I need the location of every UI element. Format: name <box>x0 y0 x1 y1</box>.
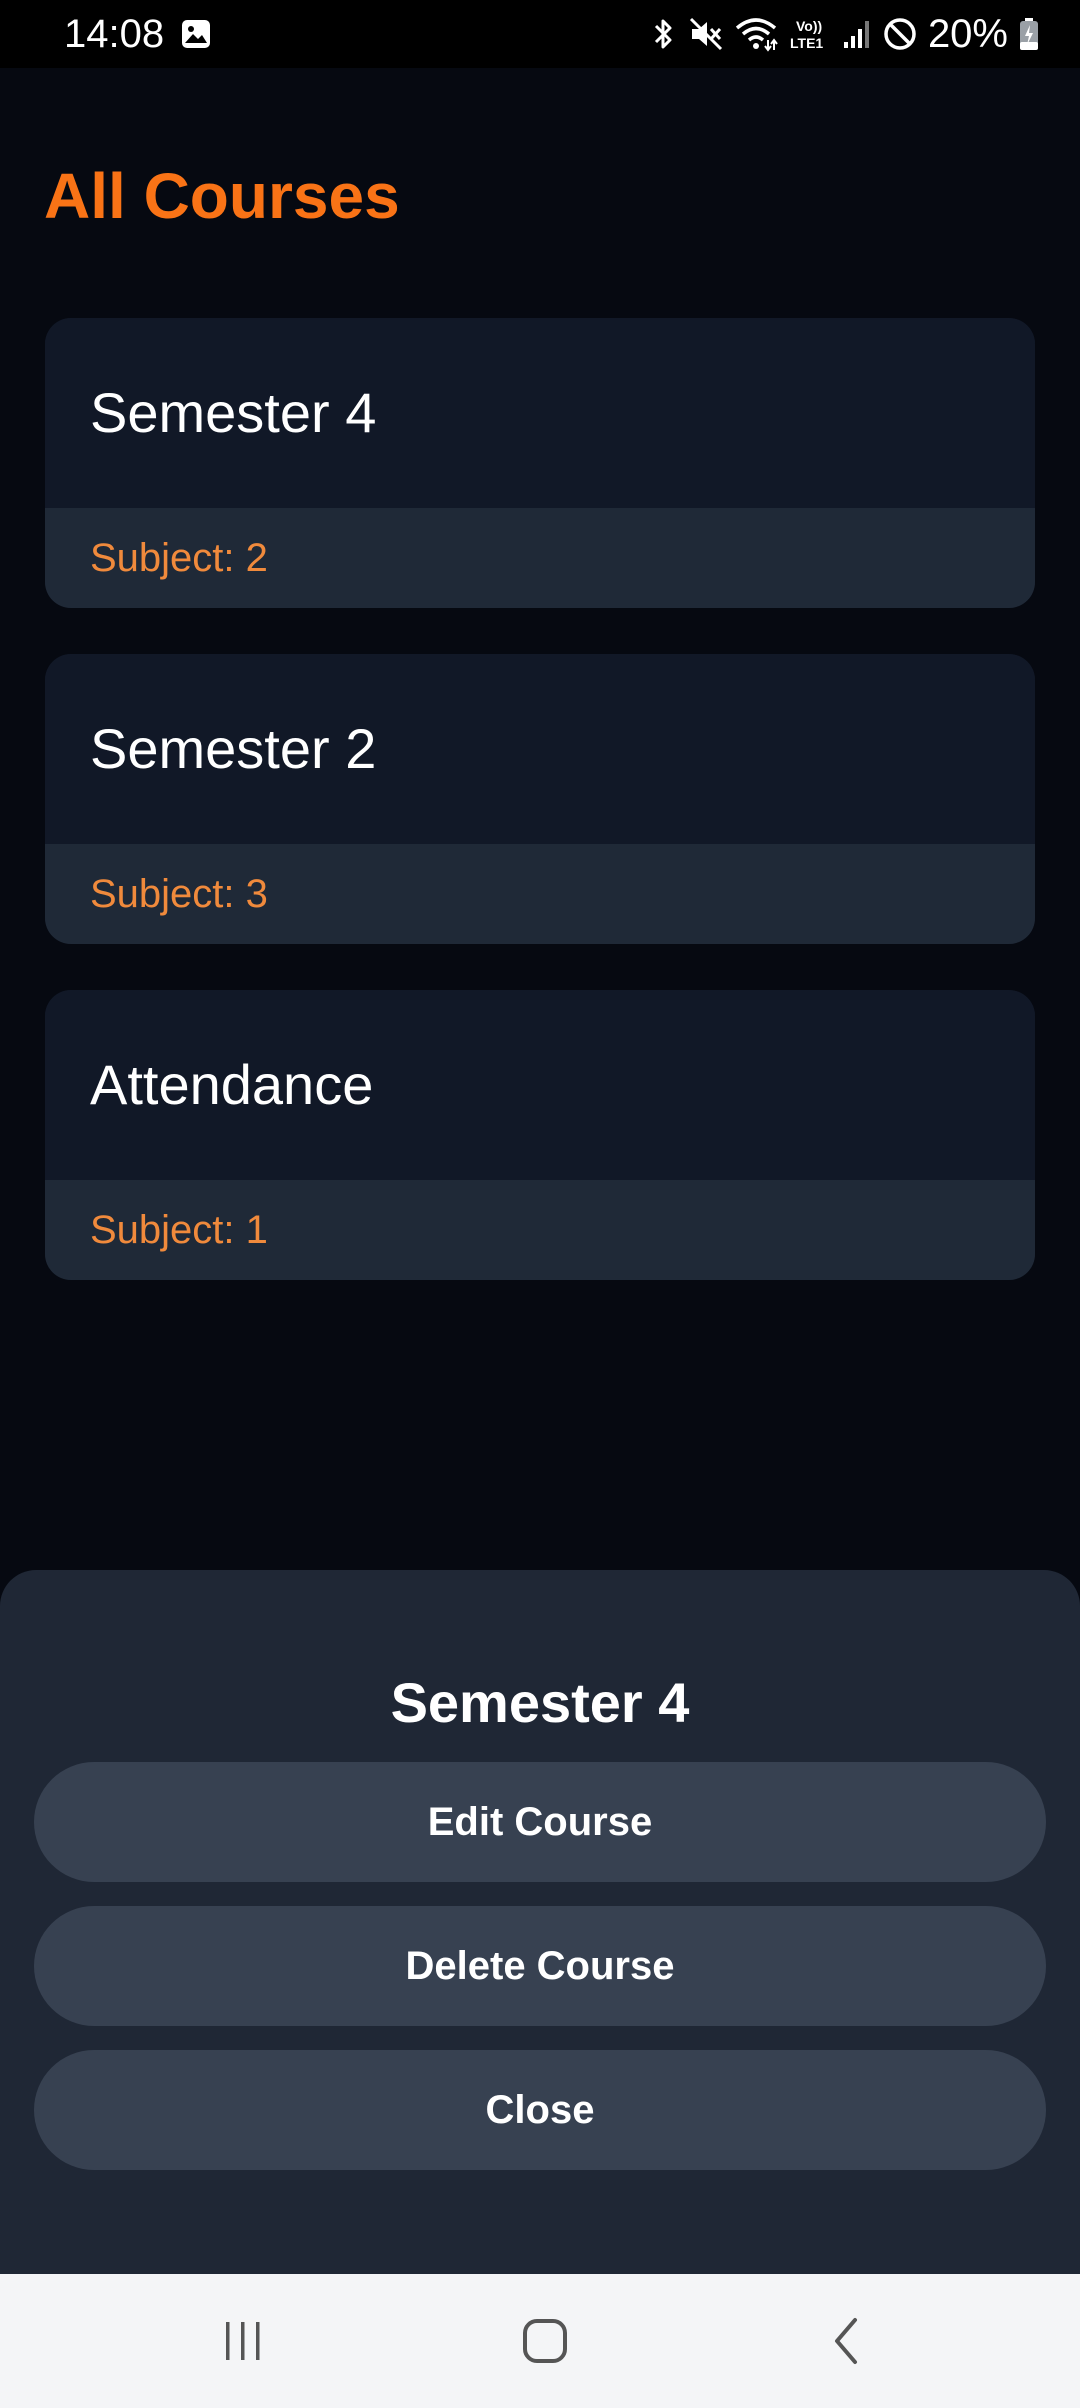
mute-icon <box>689 17 722 51</box>
course-name: Attendance <box>90 1053 374 1116</box>
svg-text:Vo)): Vo)) <box>796 18 822 34</box>
page-title: All Courses <box>44 160 400 232</box>
course-card[interactable]: Attendance Subject: 1 <box>45 990 1035 1280</box>
course-card[interactable]: Semester 2 Subject: 3 <box>45 654 1035 944</box>
course-card-footer: Subject: 1 <box>45 1180 1035 1280</box>
course-options-sheet: Semester 4 Edit Course Delete Course Clo… <box>0 1570 1080 2274</box>
do-not-disturb-icon <box>884 18 916 50</box>
home-button[interactable] <box>500 2306 590 2376</box>
battery-charging-icon <box>1020 18 1038 50</box>
status-time: 14:08 <box>64 12 165 56</box>
course-card-header: Semester 4 <box>45 318 1035 508</box>
course-card-header: Semester 2 <box>45 654 1035 844</box>
course-name: Semester 4 <box>90 381 377 444</box>
course-card-header: Attendance <box>45 990 1035 1180</box>
status-bar: 14:08 Vo)) LTE1 20% <box>0 0 1080 68</box>
course-name: Semester 2 <box>90 717 377 780</box>
svg-text:LTE1: LTE1 <box>790 35 823 51</box>
sheet-title: Semester 4 <box>390 1671 690 1734</box>
wifi-icon <box>735 18 778 52</box>
course-card[interactable]: Semester 4 Subject: 2 <box>45 318 1035 608</box>
course-subject-count: Subject: 2 <box>90 536 268 580</box>
status-icons: Vo)) LTE1 20% <box>650 10 1040 58</box>
back-button[interactable] <box>802 2306 892 2376</box>
navigation-bar <box>0 2274 1080 2408</box>
course-subject-count: Subject: 1 <box>90 1208 268 1252</box>
gallery-icon <box>182 20 210 48</box>
course-card-footer: Subject: 3 <box>45 844 1035 944</box>
volte-lte-icon: Vo)) LTE1 <box>790 18 823 51</box>
bluetooth-icon <box>654 19 672 49</box>
battery-percent: 20% <box>927 12 1008 56</box>
delete-course-button[interactable]: Delete Course <box>34 1906 1046 2026</box>
course-subject-count: Subject: 3 <box>90 872 268 916</box>
course-card-footer: Subject: 2 <box>45 508 1035 608</box>
home-icon <box>523 2319 567 2363</box>
close-button[interactable]: Close <box>34 2050 1046 2170</box>
course-list: Semester 4 Subject: 2 Semester 2 Subject… <box>45 318 1035 1326</box>
back-icon <box>835 2318 857 2364</box>
recents-button[interactable] <box>198 2306 288 2376</box>
edit-course-button[interactable]: Edit Course <box>34 1762 1046 1882</box>
app-screen: 14:08 Vo)) LTE1 20% All Courses Semester… <box>0 0 1080 2408</box>
signal-icon <box>843 21 869 48</box>
recents-icon <box>226 2322 260 2360</box>
